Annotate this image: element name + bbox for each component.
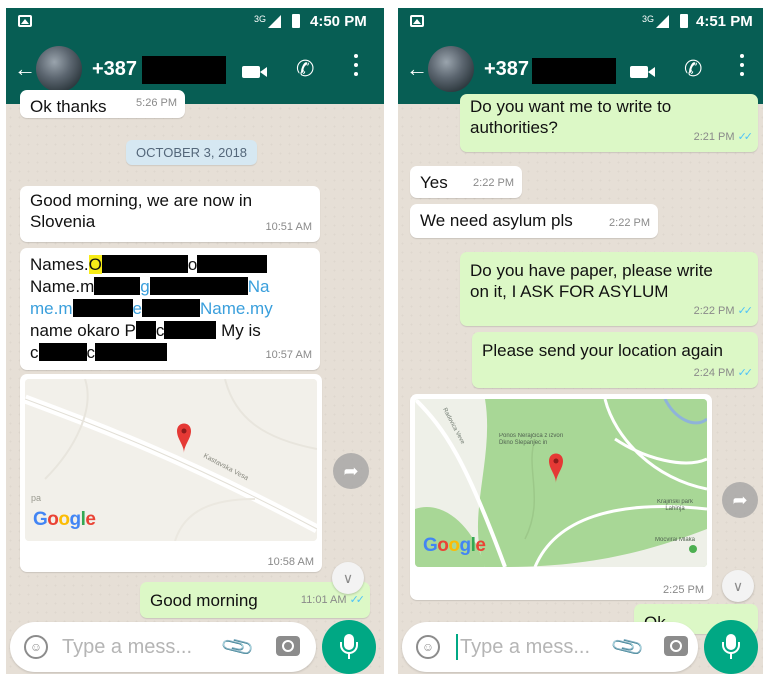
- message-line: on it, I ASK FOR ASYLUM: [470, 282, 669, 301]
- location-message[interactable]: Radovica Veve Ponos Nerajčica z izvori D…: [410, 394, 712, 600]
- double-check-icon: ✓✓: [349, 594, 366, 606]
- back-arrow-icon[interactable]: ←: [406, 58, 428, 80]
- share-icon[interactable]: ➦: [333, 453, 369, 489]
- emoji-icon[interactable]: ☺: [24, 635, 48, 659]
- mic-button[interactable]: [704, 620, 758, 674]
- message-text: Yes: [420, 173, 448, 192]
- message-bubble-incoming-names[interactable]: Names.O o Name.m g Na me.m e Name.my name oka…: [20, 248, 320, 370]
- message-line: Names.O o: [30, 254, 268, 275]
- battery-icon: [292, 14, 300, 28]
- message-time: 5:26 PM: [136, 97, 177, 109]
- message-time: 10:51 AM: [265, 221, 312, 233]
- message-input-bar: ☺ 📎: [402, 622, 698, 672]
- emoji-icon[interactable]: ☺: [416, 635, 440, 659]
- double-check-icon: ✓✓: [737, 367, 754, 379]
- message-time: 10:57 AM: [265, 349, 312, 361]
- message-time: 2:24 PM ✓✓: [693, 367, 754, 379]
- google-logo: Google: [33, 509, 96, 530]
- message-time: 2:21 PM ✓✓: [693, 131, 754, 143]
- back-arrow-icon[interactable]: ←: [14, 58, 36, 80]
- message-line: Good morning, we are now in: [30, 191, 253, 210]
- message-line: cc: [30, 342, 167, 363]
- message-text: Good morning: [150, 591, 258, 610]
- network-type: 3G: [254, 14, 267, 24]
- message-bubble-incoming[interactable]: Yes 2:22 PM: [410, 166, 522, 198]
- scroll-down-icon[interactable]: ∨: [722, 570, 754, 602]
- message-bubble-partial[interactable]: Ok thanks 5:26 PM: [20, 90, 185, 118]
- map-thumbnail[interactable]: Radovica Veve Ponos Nerajčica z izvori D…: [415, 399, 707, 567]
- more-menu-icon[interactable]: [354, 54, 358, 76]
- mic-button[interactable]: [322, 620, 376, 674]
- location-message[interactable]: Kastavska Vesa pa Google 10:58 AM: [20, 374, 322, 572]
- camera-icon[interactable]: [276, 636, 300, 656]
- attach-icon[interactable]: 📎: [219, 628, 256, 665]
- message-bubble-outgoing[interactable]: Do you have paper, please write on it, I…: [460, 252, 758, 326]
- camera-icon[interactable]: [664, 636, 688, 656]
- message-time: 2:22 PM: [473, 177, 514, 189]
- message-time: 2:22 PM: [609, 217, 650, 229]
- message-line: Name.m g Na: [30, 277, 270, 296]
- share-icon[interactable]: ➦: [722, 482, 758, 518]
- message-line: Do you have paper, please write: [470, 261, 713, 280]
- contact-name[interactable]: +387: [484, 58, 529, 81]
- battery-icon: [680, 14, 688, 28]
- status-bar: 3G 4:50 PM: [6, 8, 384, 36]
- message-time: 10:58 AM: [267, 556, 314, 568]
- message-text: Please send your location again: [482, 341, 723, 360]
- attach-icon[interactable]: 📎: [609, 628, 646, 665]
- video-call-icon[interactable]: [630, 66, 655, 78]
- signal-icon: [656, 15, 669, 28]
- double-check-icon: ✓✓: [737, 305, 754, 317]
- network-type: 3G: [642, 14, 655, 24]
- message-line: name okaro Pc My is: [30, 321, 261, 340]
- message-bubble-outgoing[interactable]: Do you want me to write to authorities? …: [460, 94, 758, 152]
- message-input[interactable]: [62, 634, 202, 660]
- video-call-icon[interactable]: [242, 66, 267, 78]
- message-text: We need asylum pls: [420, 211, 573, 230]
- redaction-box: [142, 56, 226, 84]
- google-logo: Google: [423, 535, 486, 556]
- message-bubble-incoming[interactable]: We need asylum pls 2:22 PM: [410, 204, 658, 238]
- status-time: 4:50 PM: [310, 13, 367, 30]
- message-time: 2:22 PM ✓✓: [693, 305, 754, 317]
- message-line: me.m e Name.my: [30, 299, 273, 318]
- mic-icon: [340, 634, 358, 659]
- message-input-bar: ☺ 📎: [10, 622, 316, 672]
- message-text: Ok thanks: [30, 97, 107, 116]
- avatar[interactable]: [428, 46, 474, 92]
- signal-icon: [268, 15, 281, 28]
- map-thumbnail[interactable]: Kastavska Vesa pa Google: [25, 379, 317, 541]
- scroll-down-icon[interactable]: ∨: [332, 562, 364, 594]
- gallery-notification-icon: [410, 15, 424, 27]
- contact-name[interactable]: +387: [92, 58, 137, 81]
- left-chat-screenshot: 3G 4:50 PM ← +387 ✆ Ok thanks 5:26 PM OC…: [6, 8, 384, 674]
- date-separator: OCTOBER 3, 2018: [126, 140, 258, 165]
- message-bubble-incoming[interactable]: Good morning, we are now in Slovenia 10:…: [20, 186, 320, 242]
- status-time: 4:51 PM: [696, 13, 753, 30]
- text-cursor: [456, 634, 458, 660]
- gallery-notification-icon: [18, 15, 32, 27]
- status-bar: 3G 4:51 PM: [398, 8, 763, 36]
- svg-text:pa: pa: [31, 493, 41, 503]
- message-line: Do you want me to write to: [470, 97, 672, 116]
- mic-icon: [722, 634, 740, 659]
- message-time: 2:25 PM: [663, 584, 704, 596]
- redaction-box: [532, 58, 616, 84]
- right-chat-screenshot: 3G 4:51 PM ← +387 ✆ Do you want me to wr…: [398, 8, 763, 674]
- phone-call-icon[interactable]: ✆: [684, 56, 702, 82]
- double-check-icon: ✓✓: [737, 131, 754, 143]
- message-bubble-outgoing[interactable]: Please send your location again 2:24 PM ✓…: [472, 332, 758, 388]
- avatar[interactable]: [36, 46, 82, 92]
- message-input[interactable]: [460, 634, 600, 660]
- more-menu-icon[interactable]: [740, 54, 744, 76]
- phone-call-icon[interactable]: ✆: [296, 56, 314, 82]
